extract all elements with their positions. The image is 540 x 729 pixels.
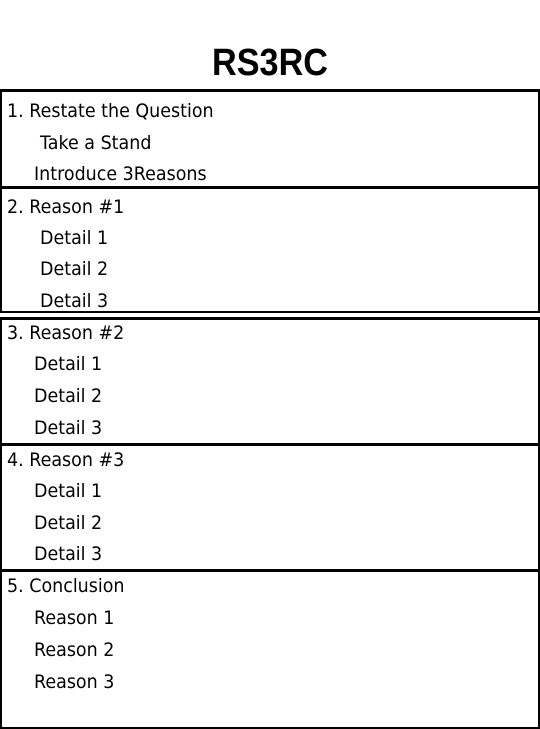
section-item: Detail 2	[34, 385, 103, 407]
section-item: Detail 2	[34, 512, 103, 534]
section-item: Detail 3	[40, 290, 109, 312]
section-heading-3: 3. Reason #2	[7, 322, 125, 344]
section-heading-5: 5. Conclusion	[7, 575, 125, 597]
section-item: Reason 3	[34, 671, 115, 693]
section-heading-2: 2. Reason #1	[7, 196, 125, 218]
section-item: Reason 2	[34, 639, 115, 661]
section-item: Detail 1	[40, 227, 109, 249]
section-item: Introduce 3Reasons	[34, 163, 207, 185]
section-item: Detail 1	[34, 353, 103, 375]
section-item: Detail 2	[40, 258, 109, 280]
section-item: Reason 1	[34, 607, 115, 629]
section-item: Detail 3	[34, 417, 103, 439]
section-heading-4: 4. Reason #3	[7, 449, 125, 471]
section-item: Detail 1	[34, 480, 103, 502]
section-item: Take a Stand	[40, 132, 152, 154]
section-heading-1: 1. Restate the Question	[7, 100, 214, 122]
page-title: RS3RC	[212, 42, 328, 84]
section-item: Detail 3	[34, 543, 103, 565]
